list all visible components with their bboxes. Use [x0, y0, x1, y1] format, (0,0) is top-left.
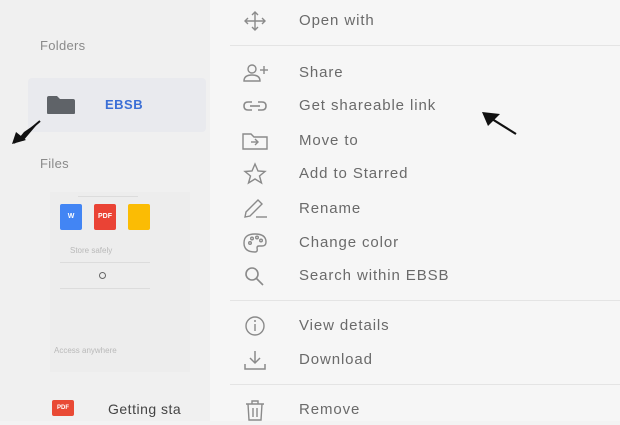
menu-label: Change color [299, 234, 400, 251]
menu-item-share[interactable]: Share [210, 58, 620, 88]
trash-icon [246, 400, 264, 421]
pdf-file-icon: PDF [52, 400, 74, 416]
menu-divider [230, 45, 620, 46]
promo-divider [60, 288, 150, 289]
menu-item-search-within[interactable]: Search within EBSB [210, 261, 620, 291]
doc-icons: W PDF [60, 204, 160, 234]
menu-label: Share [299, 64, 344, 81]
pencil-icon [244, 199, 267, 218]
storage-promo-card: W PDF Store safely Access anywhere [50, 192, 190, 372]
open-with-icon [244, 11, 266, 31]
promo-text-store: Store safely [70, 246, 113, 255]
palette-icon [243, 233, 267, 253]
folder-icon [47, 96, 75, 114]
menu-label: Rename [299, 200, 362, 217]
pointer-arrow-icon [482, 112, 517, 135]
link-icon [243, 101, 267, 111]
menu-label: Get shareable link [299, 97, 437, 114]
menu-label: View details [299, 317, 390, 334]
menu-item-change-color[interactable]: Change color [210, 228, 620, 258]
menu-item-open-with[interactable]: Open with [210, 6, 620, 36]
menu-item-move-to[interactable]: Move to [210, 126, 620, 156]
files-heading: Files [40, 156, 69, 171]
carousel-dot-icon[interactable] [99, 272, 106, 279]
menu-divider [230, 300, 620, 301]
add-person-icon [243, 64, 268, 82]
menu-item-download[interactable]: Download [210, 345, 620, 375]
folders-heading: Folders [40, 38, 86, 53]
menu-label: Search within EBSB [299, 267, 450, 284]
menu-label: Download [299, 351, 373, 368]
promo-text-access: Access anywhere [54, 346, 117, 355]
menu-divider [230, 384, 620, 385]
menu-item-rename[interactable]: Rename [210, 194, 620, 224]
menu-item-add-to-starred[interactable]: Add to Starred [210, 159, 620, 189]
menu-label: Remove [299, 401, 361, 418]
info-icon [245, 316, 265, 336]
download-icon [244, 351, 266, 370]
promo-divider [60, 262, 150, 263]
pdf-doc-icon: PDF [94, 204, 116, 230]
folder-item-ebsb[interactable]: EBSB [28, 78, 206, 132]
menu-item-view-details[interactable]: View details [210, 311, 620, 341]
menu-label: Move to [299, 132, 359, 149]
move-to-folder-icon [242, 133, 268, 150]
menu-item-get-shareable-link[interactable]: Get shareable link [210, 91, 620, 121]
context-menu: Open with Share Get shareable link Move … [210, 0, 620, 421]
promo-divider [78, 196, 138, 197]
slides-doc-icon [128, 204, 150, 230]
star-icon [243, 162, 267, 185]
menu-label: Add to Starred [299, 165, 409, 182]
pointer-arrow-icon [12, 120, 41, 144]
menu-label: Open with [299, 12, 375, 29]
search-icon [245, 267, 264, 286]
file-name: Getting sta [108, 401, 182, 417]
word-doc-icon: W [60, 204, 82, 230]
folder-name: EBSB [105, 97, 144, 112]
file-item-getting-started[interactable]: PDF Getting sta [52, 398, 210, 418]
sidebar: Folders EBSB Files W PDF Store safely Ac… [0, 0, 210, 421]
